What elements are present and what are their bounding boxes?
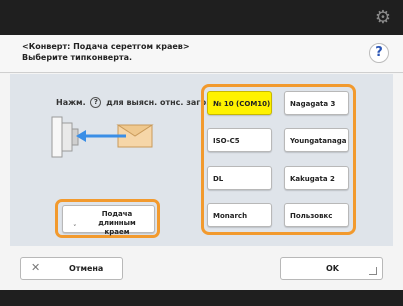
long-edge-feed-button[interactable]: Подача длинным краем ˅	[62, 205, 155, 236]
envelope-option-label: DL	[213, 175, 224, 183]
checkmark-icon: ˅	[73, 224, 77, 232]
envelope-option-label: Youngatanaga 3	[290, 137, 349, 145]
loading-hint: Нажм. ? для выясн. отнс. загр.	[56, 97, 209, 108]
envelope-option-label: Kakugata 2	[290, 175, 335, 183]
dialog-title: <Конверт: Подача серетгом краев>	[22, 42, 190, 51]
envelope-option-kakugata2[interactable]: Kakugata 2	[284, 166, 349, 190]
cancel-label: Отмена	[69, 264, 104, 273]
help-small-icon: ?	[90, 97, 102, 108]
envelope-option-label: ISO-C5	[213, 137, 240, 145]
envelope-option-nagagata3[interactable]: Nagagata 3	[284, 91, 349, 115]
envelope-option-youngatanaga3[interactable]: Youngatanaga 3	[284, 128, 349, 152]
envelope-loading-illustration	[51, 116, 154, 158]
envelope-option-label: Nagagata 3	[290, 100, 336, 108]
envelope-option-monarch[interactable]: Monarch	[207, 203, 272, 227]
cancel-button[interactable]: ✕ Отмена	[20, 257, 123, 280]
hint-prefix: Нажм.	[56, 98, 86, 107]
envelope-option-dl[interactable]: DL	[207, 166, 272, 190]
close-icon: ✕	[31, 261, 41, 274]
gear-icon[interactable]: ⚙	[373, 8, 393, 28]
envelope-option-label: Пользовкс	[290, 212, 333, 220]
envelope-option-label: Monarch	[213, 212, 248, 220]
envelope-option-com10[interactable]: № 10 (COM10)	[207, 91, 272, 115]
top-bar: ⚙	[0, 0, 403, 35]
help-icon[interactable]: ?	[369, 43, 389, 63]
envelope-option-label: № 10 (COM10)	[213, 100, 271, 108]
dialog-instruction: Выберите типконверта.	[22, 53, 133, 62]
envelope-option-iso-c5[interactable]: ISO-C5	[207, 128, 272, 152]
long-edge-feed-label: Подача длинным краем	[98, 210, 136, 236]
ok-button[interactable]: OK	[280, 257, 383, 280]
ok-label: OK	[326, 264, 339, 273]
envelope-option-custom[interactable]: Пользовкс	[284, 203, 349, 227]
hint-suffix: для выясн. отнс. загр.	[106, 98, 210, 107]
bottom-bar	[0, 290, 403, 306]
corner-indicator-icon	[369, 267, 377, 275]
dialog-header: <Конверт: Подача серетгом краев> Выберит…	[0, 35, 403, 73]
